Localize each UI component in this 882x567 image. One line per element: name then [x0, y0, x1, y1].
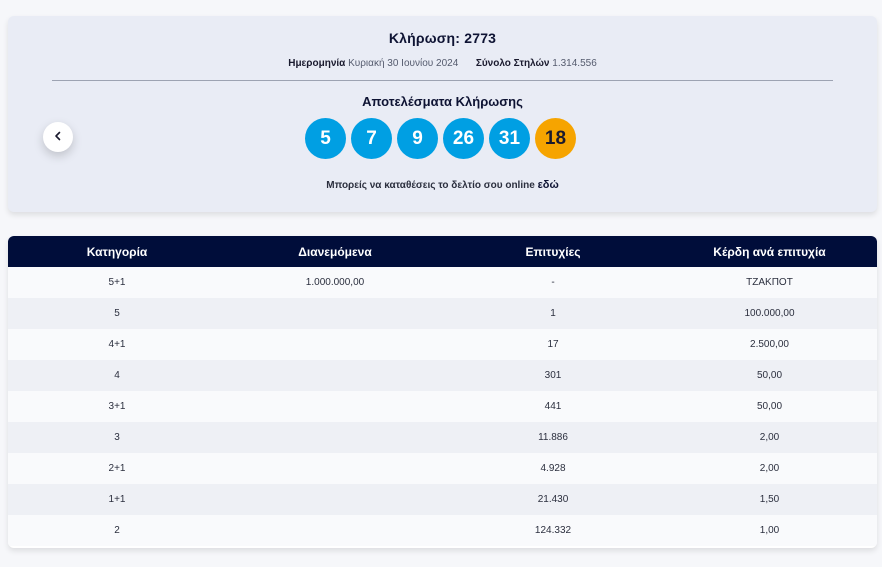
cell-prize: 2,00 [759, 463, 780, 474]
online-note: Μπορείς να καταθέσεις το δελτίο σου onli… [8, 179, 877, 191]
cell-category: 5 [114, 308, 120, 319]
cell-distributed [226, 515, 444, 546]
cell-category: 1+1 [108, 494, 126, 505]
winning-numbers: 5 7 9 26 31 18 [305, 118, 576, 159]
cell-winners: 11.886 [538, 432, 568, 443]
online-link[interactable]: εδώ [538, 179, 559, 191]
header-prize-per-winner: Κέρδη ανά επιτυχία [713, 244, 826, 259]
cell-winners: 4.928 [540, 463, 566, 474]
cell-winners: 441 [544, 401, 562, 412]
bonus-ball: 18 [535, 118, 576, 159]
table-row: 3 11.886 2,00 [8, 422, 877, 453]
cell-winners: 21.430 [537, 494, 569, 505]
results-title: Αποτελέσματα Κλήρωσης [362, 94, 523, 109]
number-ball: 5 [305, 118, 346, 159]
cell-prize: 1,50 [759, 494, 780, 505]
cell-prize: 1,00 [759, 525, 780, 536]
cell-category: 2+1 [108, 463, 126, 474]
table-row: 2+1 4.928 2,00 [8, 453, 877, 484]
number-ball: 7 [351, 118, 392, 159]
number-ball: 31 [489, 118, 530, 159]
cell-distributed [226, 422, 444, 453]
cell-category: 3 [114, 432, 120, 443]
cell-winners: 1 [550, 308, 556, 319]
table-row: 2 124.332 1,00 [8, 515, 877, 546]
draw-card: Κλήρωση: 2773 Ημερομηνία Κυριακή 30 Ιουν… [8, 16, 877, 212]
header-distributed: Διανεμόμενα [298, 244, 372, 259]
draw-title: Κλήρωση: 2773 [388, 30, 497, 46]
previous-draw-button[interactable] [43, 122, 73, 152]
cell-winners: - [551, 277, 555, 288]
cell-distributed [226, 453, 444, 484]
cell-category: 3+1 [108, 401, 126, 412]
online-text: Μπορείς να καταθέσεις το δελτίο σου onli… [326, 180, 535, 191]
header-winners: Επιτυχίες [525, 244, 581, 259]
cell-winners: 301 [544, 370, 562, 381]
cell-distributed [226, 298, 444, 329]
columns-value: 1.314.556 [552, 58, 597, 69]
cell-prize: 50,00 [756, 401, 783, 412]
cell-category: 4+1 [108, 339, 126, 350]
table-row: 4+1 17 2.500,00 [8, 329, 877, 360]
cell-prize: 50,00 [756, 370, 783, 381]
number-ball: 9 [397, 118, 438, 159]
table-row: 5+1 1.000.000,00 - ΤΖΑΚΠΟΤ [8, 267, 877, 298]
cell-winners: 124.332 [534, 525, 572, 536]
cell-category: 2 [114, 525, 120, 536]
cell-distributed [226, 329, 444, 360]
cell-prize: 2.500,00 [750, 339, 789, 350]
cell-winners: 17 [547, 339, 559, 350]
cell-category: 4 [114, 370, 120, 381]
cell-distributed: 1.000.000,00 [305, 277, 365, 288]
draw-meta: Ημερομηνία Κυριακή 30 Ιουνίου 2024 Σύνολ… [8, 58, 877, 69]
table-row: 1+1 21.430 1,50 [8, 484, 877, 515]
cell-distributed [226, 360, 444, 391]
table-row: 3+1 441 50,00 [8, 391, 877, 422]
number-ball: 26 [443, 118, 484, 159]
table-row: 4 301 50,00 [8, 360, 877, 391]
prize-table: Κατηγορία Διανεμόμενα Επιτυχίες Κέρδη αν… [8, 236, 877, 548]
chevron-left-icon [53, 128, 63, 146]
date-value: Κυριακή 30 Ιουνίου 2024 [348, 58, 459, 69]
cell-prize: 100.000,00 [744, 308, 795, 319]
header-category: Κατηγορία [86, 244, 148, 259]
columns-label: Σύνολο Στηλών [475, 58, 550, 69]
divider [52, 80, 833, 81]
cell-distributed [226, 484, 444, 515]
cell-distributed [226, 391, 444, 422]
table-row: 5 1 100.000,00 [8, 298, 877, 329]
table-header-row: Κατηγορία Διανεμόμενα Επιτυχίες Κέρδη αν… [8, 236, 877, 267]
cell-prize: ΤΖΑΚΠΟΤ [746, 277, 793, 288]
cell-category: 5+1 [108, 277, 126, 288]
cell-prize: 2,00 [759, 432, 780, 443]
date-label: Ημερομηνία [288, 58, 346, 69]
